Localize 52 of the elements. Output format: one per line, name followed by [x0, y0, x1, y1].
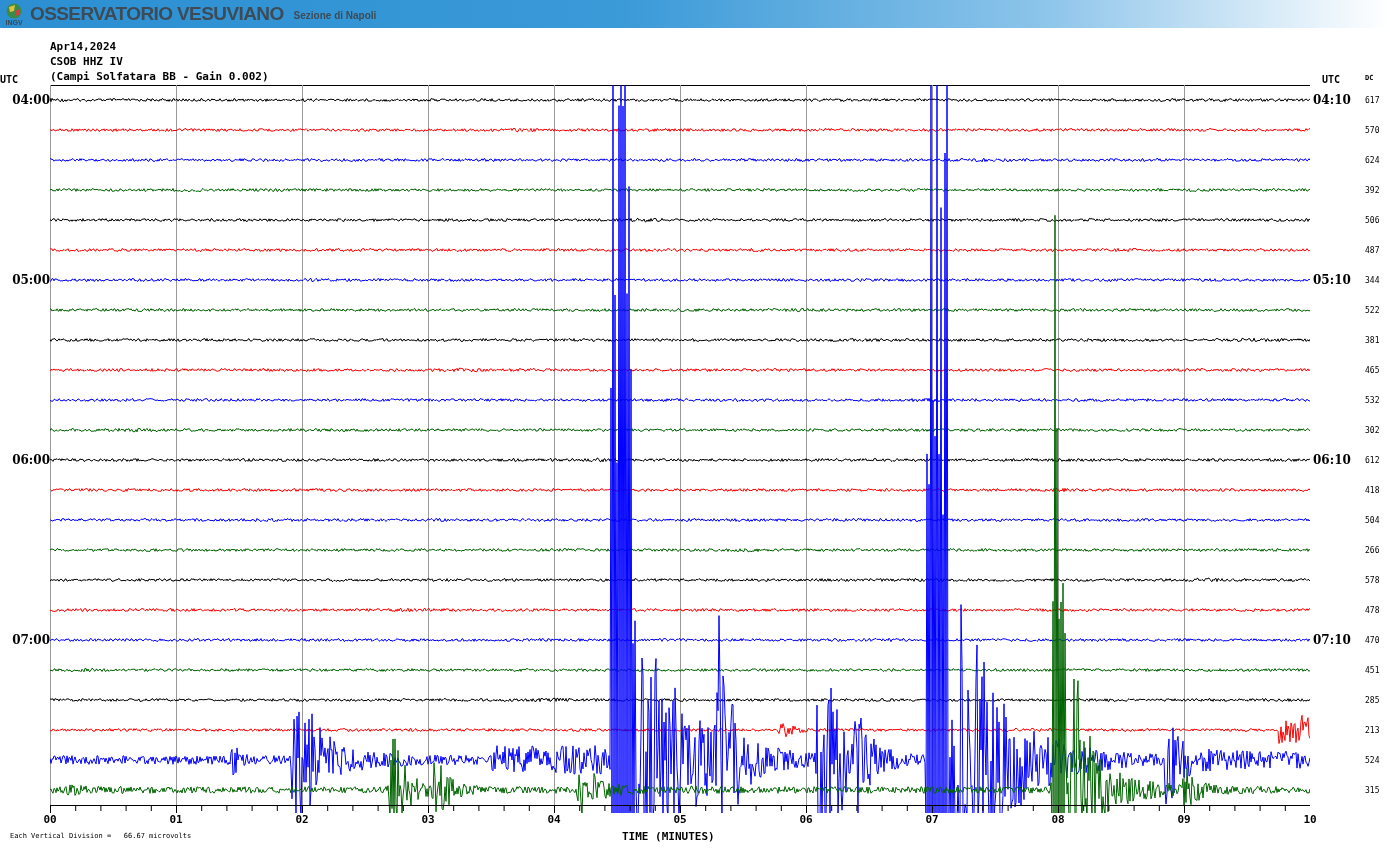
station-info: Apr14,2024: [50, 39, 117, 54]
utc-label: UTC: [0, 75, 19, 85]
dc-value: 381: [1365, 335, 1380, 345]
dc-value: 418: [1365, 485, 1380, 495]
dc-value: 302: [1365, 425, 1380, 435]
dc-value: 524: [1365, 755, 1380, 765]
time-label: 05:00: [12, 273, 50, 287]
dc-value: 470: [1365, 635, 1380, 645]
time-label: 05:10: [1313, 273, 1351, 287]
site-subtitle: Sezione di Napoli: [293, 9, 377, 21]
dc-value: 392: [1365, 185, 1380, 195]
axis-tick-label: 08: [1050, 813, 1066, 828]
dc-value: 522: [1365, 305, 1380, 315]
globe-icon: [6, 2, 22, 19]
dc-value: 487: [1365, 245, 1380, 255]
dc-value: 344: [1365, 275, 1380, 285]
time-label: 07:00: [12, 633, 50, 647]
time-label: 06:00: [12, 453, 50, 467]
dc-value: 451: [1365, 665, 1380, 675]
time-label: 06:10: [1313, 453, 1351, 467]
dc-value: 617: [1365, 95, 1380, 105]
axis-tick-label: 04: [546, 813, 562, 828]
axis-tick-label: 01: [168, 813, 184, 828]
station-info: CSOB HHZ IV: [50, 54, 123, 69]
site-title: OSSERVATORIO VESUVIANO: [30, 3, 284, 25]
axis-tick-label: 06: [798, 813, 814, 828]
time-label: 04:10: [1313, 93, 1351, 107]
time-label: 07:10: [1313, 633, 1351, 647]
axis-tick-label: 09: [1176, 813, 1192, 828]
dc-value: 213: [1365, 725, 1380, 735]
axis-tick-label: 05: [672, 813, 688, 828]
dc-value: 478: [1365, 605, 1380, 615]
dc-value: 285: [1365, 695, 1380, 705]
axis-title: TIME (MINUTES): [622, 829, 715, 843]
dc-value: 506: [1365, 215, 1380, 225]
dc-value: 570: [1365, 125, 1380, 135]
axis-tick-label: 10: [1302, 813, 1318, 828]
dc-value: 266: [1365, 545, 1380, 555]
time-label: 04:00: [12, 93, 50, 107]
dc-value: 465: [1365, 365, 1380, 375]
axis-tick-label: 02: [294, 813, 310, 828]
utc-label: UTC: [1321, 75, 1342, 85]
dc-value: 504: [1365, 515, 1380, 525]
dc-value: 578: [1365, 575, 1380, 585]
dc-value: 532: [1365, 395, 1380, 405]
dc-value: 315: [1365, 785, 1380, 795]
axis-tick-label: 07: [924, 813, 940, 828]
station-info: (Campi Solfatara BB - Gain 0.002): [50, 69, 269, 84]
dc-value: 612: [1365, 455, 1380, 465]
dc-value: 624: [1365, 155, 1380, 165]
axis-tick-label: 03: [420, 813, 436, 828]
axis-tick-label: 00: [42, 813, 58, 828]
